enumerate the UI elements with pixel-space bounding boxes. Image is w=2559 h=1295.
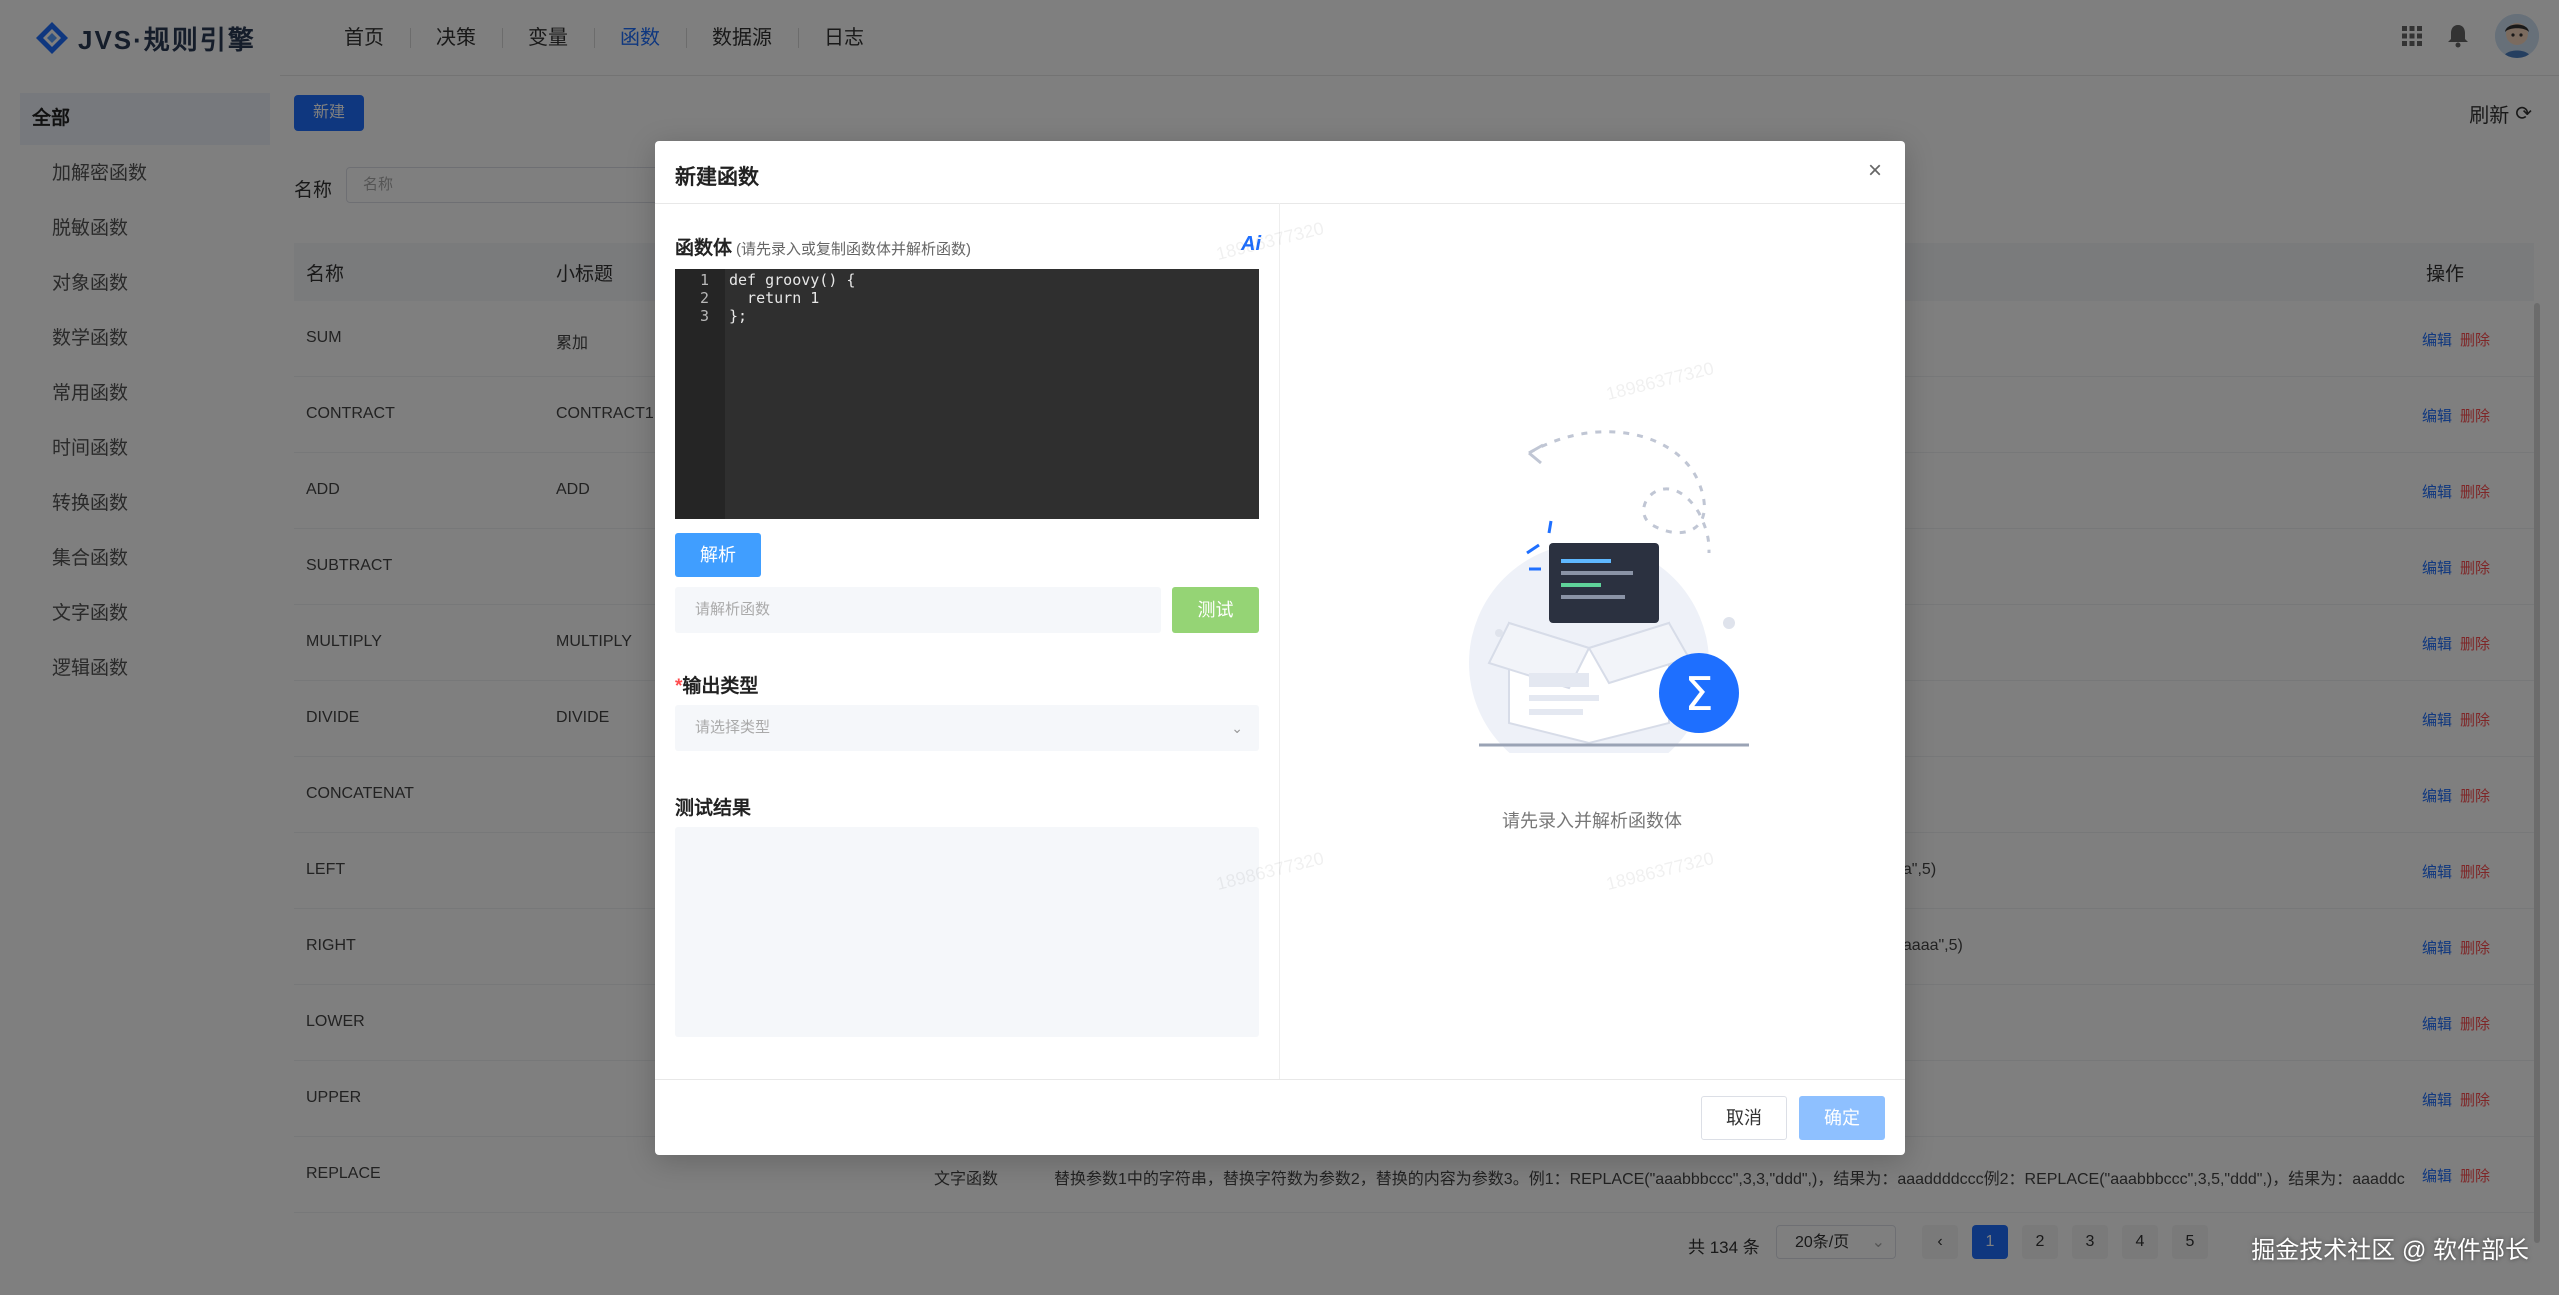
empty-tip: 请先录入并解析函数体 xyxy=(1502,811,1682,831)
source-credit: 掘金技术社区 @ 软件部长 xyxy=(2251,1237,2529,1264)
function-body-label: 函数体 (请先录入或复制函数体并解析函数) xyxy=(675,233,971,260)
output-type-label: *输出类型 xyxy=(675,671,758,698)
ai-assist-icon[interactable]: Ai xyxy=(1241,233,1261,256)
output-type-select[interactable]: 请选择类型 ⌄ xyxy=(675,705,1259,751)
dialog-preview: Σ 请先录入并解析函数体 xyxy=(1279,203,1905,1079)
close-icon[interactable]: × xyxy=(1861,157,1889,185)
svg-text:Σ: Σ xyxy=(1684,667,1713,721)
output-type-placeholder: 请选择类型 xyxy=(695,719,771,736)
dialog-title: 新建函数 xyxy=(675,166,759,189)
line-number: 3 xyxy=(699,307,709,325)
dialog-form: 函数体 (请先录入或复制函数体并解析函数) Ai 1 2 3 def groovy… xyxy=(655,203,1280,1079)
function-body-hint: (请先录入或复制函数体并解析函数) xyxy=(736,241,972,258)
cancel-button[interactable]: 取消 xyxy=(1701,1096,1787,1140)
parse-button[interactable]: 解析 xyxy=(675,533,761,577)
code-editor[interactable]: 1 2 3 def groovy() { return 1 }; xyxy=(675,269,1259,519)
output-type-text: 输出类型 xyxy=(682,676,759,697)
function-body-title: 函数体 xyxy=(675,238,733,259)
dialog-footer: 取消 确定 xyxy=(655,1079,1905,1156)
test-button[interactable]: 测试 xyxy=(1172,587,1259,633)
test-result-box xyxy=(675,827,1259,1037)
code-line: return 1 xyxy=(729,289,820,307)
new-function-dialog: 新建函数 × 函数体 (请先录入或复制函数体并解析函数) Ai 1 2 3 def… xyxy=(655,141,1905,1155)
chevron-down-icon: ⌄ xyxy=(1231,720,1243,736)
code-line: def groovy() { xyxy=(729,271,856,289)
dialog-header: 新建函数 × xyxy=(655,141,1905,204)
line-number: 2 xyxy=(699,289,709,307)
line-number: 1 xyxy=(699,271,709,289)
code-line: }; xyxy=(729,307,748,325)
confirm-button[interactable]: 确定 xyxy=(1799,1096,1885,1140)
parsed-function-input[interactable]: 请解析函数 xyxy=(675,587,1161,633)
test-result-label: 测试结果 xyxy=(675,798,752,819)
empty-box-illustration: Σ xyxy=(1469,430,1749,753)
